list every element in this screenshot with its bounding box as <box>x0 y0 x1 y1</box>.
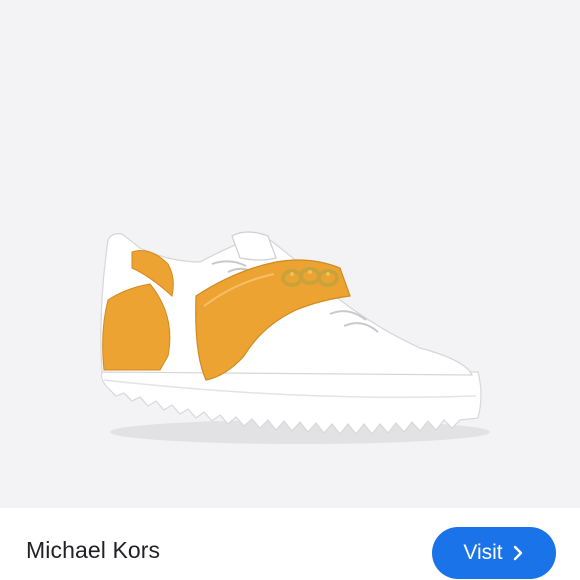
brand-name: Michael Kors <box>26 537 161 563</box>
chevron-right-icon <box>511 545 525 561</box>
sneaker-tongue <box>231 231 277 261</box>
visit-button[interactable]: Visit <box>432 527 556 579</box>
visit-button-label: Visit <box>463 541 503 564</box>
sneaker-illustration <box>100 231 490 444</box>
product-image[interactable] <box>0 0 580 508</box>
